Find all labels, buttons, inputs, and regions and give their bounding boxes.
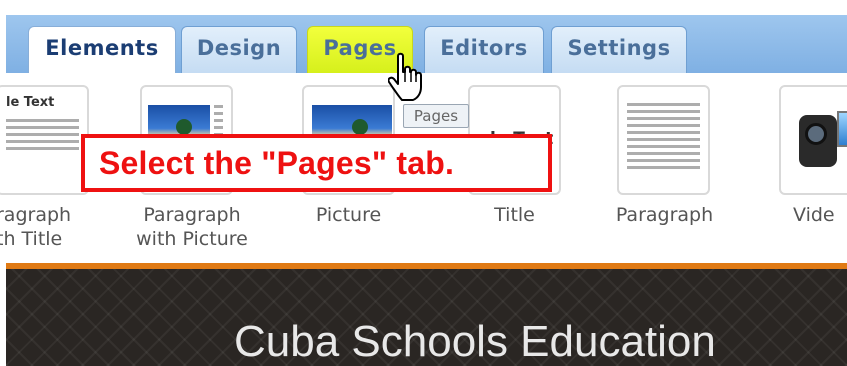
caption-line: Vide <box>793 204 835 226</box>
site-title: Cuba Schools Education <box>234 317 716 366</box>
tab-elements-label: Elements <box>45 36 159 60</box>
camera-lens-icon <box>805 123 827 145</box>
editor-screenshot: Elements Design Pages Editors Settings l… <box>0 0 847 366</box>
tab-pages-label: Pages <box>323 36 397 60</box>
element-caption: Title <box>468 203 561 227</box>
tab-editors-label: Editors <box>440 36 528 60</box>
card-heading: le Text <box>6 95 55 110</box>
element-caption: ragraph th Title <box>0 203 71 251</box>
tab-design[interactable]: Design <box>181 26 297 73</box>
caption-line: Paragraph <box>143 204 241 226</box>
hand-pointer-icon <box>388 52 422 101</box>
caption-line: Picture <box>315 204 382 226</box>
caption-line: Paragraph <box>615 204 714 226</box>
text-lines <box>6 115 79 154</box>
text-lines <box>627 99 700 173</box>
element-video[interactable] <box>779 85 847 195</box>
site-banner: Cuba Schools Education <box>6 269 847 366</box>
tab-elements[interactable]: Elements <box>28 26 176 74</box>
tab-settings[interactable]: Settings <box>551 26 687 73</box>
caption-line: with Picture <box>136 228 248 250</box>
element-paragraph[interactable] <box>617 85 710 195</box>
caption-line: ragraph <box>0 204 72 226</box>
caption-line: th Title <box>0 228 63 250</box>
tab-bar: Elements Design Pages Editors Settings <box>6 15 847 74</box>
instruction-text: Select the "Pages" tab. <box>99 144 455 181</box>
element-caption: Vide <box>793 203 835 227</box>
element-caption: Picture <box>302 203 395 227</box>
element-paragraph-with-title[interactable]: le Text <box>0 85 89 195</box>
tab-settings-label: Settings <box>567 36 671 60</box>
tab-design-label: Design <box>196 36 282 60</box>
instruction-callout: Select the "Pages" tab. <box>81 134 552 192</box>
camera-screen-icon <box>837 111 847 147</box>
caption-line: Title <box>494 204 535 226</box>
pages-tooltip: Pages <box>403 104 469 128</box>
element-caption: Paragraph with Picture <box>122 203 262 251</box>
tab-editors[interactable]: Editors <box>424 26 544 73</box>
element-caption: Paragraph <box>607 203 722 227</box>
